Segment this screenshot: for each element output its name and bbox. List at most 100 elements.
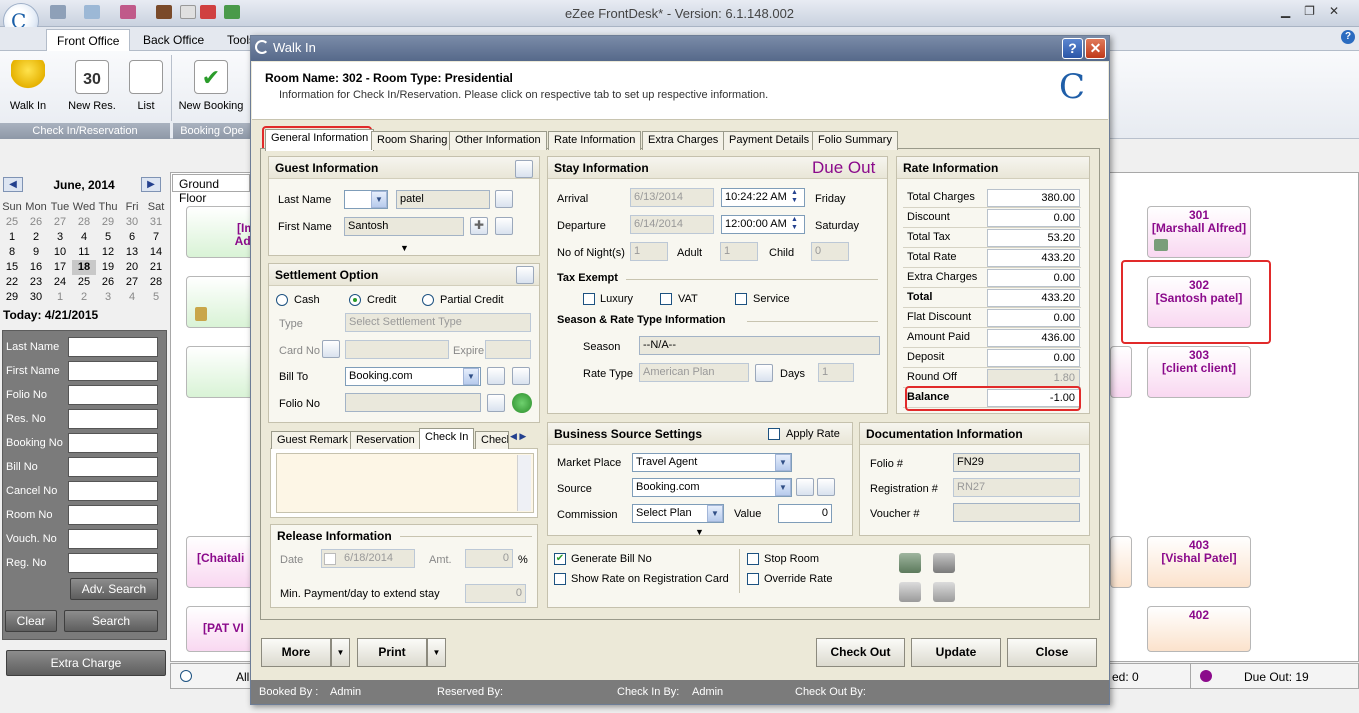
- new-res-button[interactable]: 30 New Res.: [62, 60, 122, 112]
- settlement-config-icon[interactable]: [516, 266, 534, 284]
- calendar-day[interactable]: 7: [144, 230, 168, 245]
- settlement-type-select[interactable]: Select Settlement Type: [345, 313, 531, 332]
- help-icon[interactable]: ?: [1341, 30, 1355, 44]
- room-302[interactable]: 302 [Santosh patel]: [1147, 276, 1251, 328]
- search-button[interactable]: Search: [64, 610, 158, 632]
- search-field-input[interactable]: [68, 361, 158, 381]
- last-name-field[interactable]: patel: [396, 190, 490, 209]
- calendar-day[interactable]: 13: [120, 245, 144, 260]
- expand-arrow-icon[interactable]: ▼: [400, 243, 409, 253]
- calendar-day[interactable]: 8: [0, 245, 24, 260]
- calendar-next-button[interactable]: ▶: [141, 177, 161, 192]
- calendar-day[interactable]: 15: [0, 260, 24, 275]
- quick-access-screen-icon[interactable]: [84, 5, 100, 19]
- quick-access-note-icon[interactable]: [180, 5, 196, 19]
- tab-back-office[interactable]: Back Office: [133, 29, 214, 51]
- tab-scroll-arrows[interactable]: ◀ ▶: [510, 431, 526, 442]
- cash-radio[interactable]: [276, 294, 288, 306]
- calendar-prev-button[interactable]: ◀: [3, 177, 23, 192]
- expire-field[interactable]: [485, 340, 531, 359]
- chevron-down-icon[interactable]: ▼: [371, 191, 387, 208]
- guest-profile-icon[interactable]: [495, 217, 513, 235]
- calendar-day[interactable]: 27: [120, 275, 144, 290]
- folio-hash-field[interactable]: FN29: [953, 453, 1080, 472]
- tab-general-information[interactable]: General Information: [265, 129, 375, 151]
- refresh-icon[interactable]: [512, 393, 532, 413]
- calendar-day[interactable]: 4: [120, 290, 144, 305]
- add-icon[interactable]: ✚: [470, 217, 488, 235]
- voucher-field[interactable]: [953, 503, 1080, 522]
- business-expand-icon[interactable]: ▼: [695, 527, 704, 537]
- departure-time-spinner[interactable]: ▲ ▼: [791, 216, 804, 233]
- arrival-time-spinner[interactable]: ▲ ▼: [791, 189, 804, 206]
- calendar-day[interactable]: 21: [144, 260, 168, 275]
- calendar-day[interactable]: 18: [72, 260, 96, 275]
- calendar-day[interactable]: 4: [72, 230, 96, 245]
- search-field-input[interactable]: [68, 385, 158, 405]
- tab-extra-charges[interactable]: Extra Charges: [642, 131, 725, 150]
- calendar-day[interactable]: 1: [48, 290, 72, 305]
- adult-field[interactable]: 1: [720, 242, 758, 261]
- chevron-down-icon[interactable]: ▼: [775, 479, 791, 496]
- calendar-day[interactable]: 6: [120, 230, 144, 245]
- bill-to-select[interactable]: Booking.com: [345, 367, 481, 386]
- calendar-day[interactable]: 25: [0, 215, 24, 230]
- registration-field[interactable]: RN27: [953, 478, 1080, 497]
- tab-check-out[interactable]: Check: [475, 431, 509, 449]
- guest-lookup-icon[interactable]: [495, 190, 513, 208]
- generate-bill-checkbox[interactable]: ✔: [554, 553, 566, 565]
- calendar-day[interactable]: 31: [144, 215, 168, 230]
- source-select[interactable]: Booking.com: [632, 478, 792, 497]
- check-in-remark-textarea[interactable]: [276, 453, 534, 513]
- guest-note-icon[interactable]: [933, 582, 955, 602]
- search-field-input[interactable]: [68, 505, 158, 525]
- tab-front-office[interactable]: Front Office: [46, 29, 131, 51]
- adv-search-button[interactable]: Adv. Search: [70, 578, 158, 600]
- calendar-day[interactable]: 19: [96, 260, 120, 275]
- more-dropdown-icon[interactable]: ▼: [331, 638, 350, 667]
- calendar-day[interactable]: 22: [0, 275, 24, 290]
- chevron-down-icon[interactable]: ▼: [463, 368, 479, 385]
- remark-scrollbar[interactable]: [517, 455, 531, 511]
- quick-access-card-icon[interactable]: [120, 5, 136, 19]
- season-field[interactable]: --N/A--: [639, 336, 880, 355]
- release-amt-field[interactable]: 0: [465, 549, 513, 568]
- market-place-select[interactable]: Travel Agent: [632, 453, 792, 472]
- rate-type-select[interactable]: American Plan: [639, 363, 749, 382]
- calendar-day[interactable]: 12: [96, 245, 120, 260]
- stop-room-checkbox[interactable]: [747, 553, 759, 565]
- tab-folio-summary[interactable]: Folio Summary: [812, 131, 898, 150]
- bill-to-lookup-icon[interactable]: [487, 367, 505, 385]
- credit-radio[interactable]: [349, 294, 361, 306]
- tab-guest-remark[interactable]: Guest Remark: [271, 431, 354, 449]
- search-field-input[interactable]: [68, 553, 158, 573]
- calendar-day[interactable]: 26: [96, 275, 120, 290]
- close-icon[interactable]: ✕: [1085, 38, 1106, 59]
- min-payment-field[interactable]: 0: [465, 584, 526, 603]
- luxury-checkbox[interactable]: [583, 293, 595, 305]
- new-booking-button[interactable]: ✔ New Booking: [176, 60, 246, 112]
- calendar-day[interactable]: 5: [96, 230, 120, 245]
- room-303[interactable]: 303 [client client]: [1147, 346, 1251, 398]
- apply-rate-checkbox[interactable]: [768, 428, 780, 440]
- help-button[interactable]: ?: [1062, 38, 1083, 59]
- search-field-input[interactable]: [68, 457, 158, 477]
- folio-no-field[interactable]: [345, 393, 481, 412]
- quick-access-check-icon[interactable]: [224, 5, 240, 19]
- update-button[interactable]: Update: [911, 638, 1001, 667]
- walk-in-button[interactable]: Walk In: [0, 60, 56, 112]
- calendar-day[interactable]: 1: [0, 230, 24, 245]
- nights-field[interactable]: 1: [630, 242, 668, 261]
- print-dropdown-icon[interactable]: ▼: [427, 638, 446, 667]
- partial-credit-radio[interactable]: [422, 294, 434, 306]
- check-out-button[interactable]: Check Out: [816, 638, 905, 667]
- room-403[interactable]: 403 [Vishal Patel]: [1147, 536, 1251, 588]
- departure-date-field[interactable]: 6/14/2014: [630, 215, 714, 234]
- calendar-day[interactable]: 30: [24, 290, 48, 305]
- card-no-field[interactable]: [345, 340, 449, 359]
- arrival-date-field[interactable]: 6/13/2014: [630, 188, 714, 207]
- calendar-day[interactable]: 3: [96, 290, 120, 305]
- move-guest-icon[interactable]: [899, 582, 921, 602]
- calendar-day[interactable]: 28: [144, 275, 168, 290]
- tab-payment-details[interactable]: Payment Details: [723, 131, 816, 150]
